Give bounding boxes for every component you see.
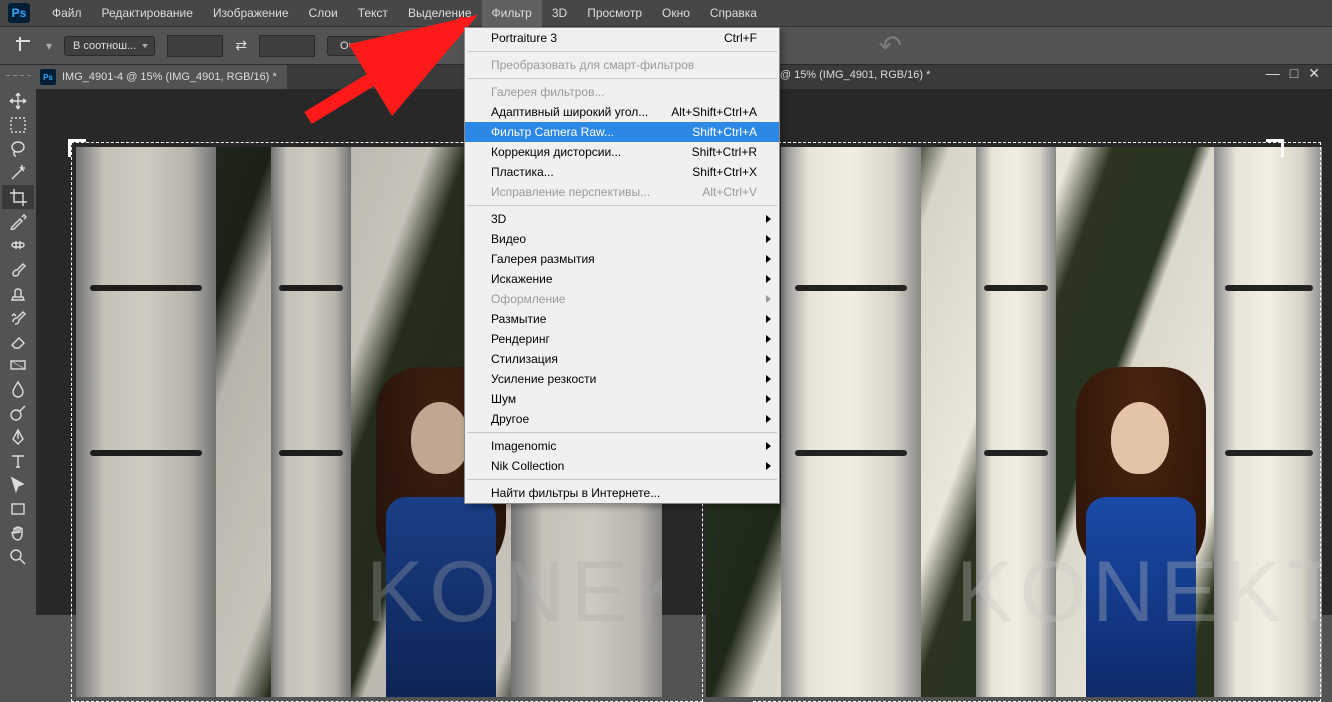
menu-text[interactable]: Текст: [348, 0, 398, 27]
menu-select[interactable]: Выделение: [398, 0, 482, 27]
menu-item-camera-raw[interactable]: Фильтр Camera Raw...Shift+Ctrl+A: [465, 122, 779, 142]
menu-item-noise[interactable]: Шум: [465, 389, 779, 409]
panel-grip-icon[interactable]: [3, 75, 33, 83]
close-icon[interactable]: ✕: [1308, 65, 1320, 82]
document-tab-2-label: .psd @ 15% (IMG_4901, RGB/16) *: [756, 69, 930, 81]
window-controls: — □ ✕: [1266, 65, 1320, 82]
watermark-text: KONEKTO.R: [366, 543, 662, 642]
crop-width-input[interactable]: [167, 35, 223, 57]
menu-item-filter-gallery: Галерея фильтров...: [465, 82, 779, 102]
menu-image[interactable]: Изображение: [203, 0, 299, 27]
menu-item-3d[interactable]: 3D: [465, 209, 779, 229]
menu-item-video[interactable]: Видео: [465, 229, 779, 249]
filter-dropdown-menu: Portraiture 3Ctrl+F Преобразовать для см…: [464, 27, 780, 504]
crop-handle-tr[interactable]: [1266, 139, 1284, 157]
crop-handle-tl[interactable]: [68, 139, 86, 157]
menu-item-sharpen[interactable]: Усиление резкости: [465, 369, 779, 389]
dodge-tool[interactable]: [2, 401, 34, 425]
history-brush-tool[interactable]: [2, 305, 34, 329]
menu-item-nik-collection[interactable]: Nik Collection: [465, 456, 779, 476]
menu-item-wide-angle[interactable]: Адаптивный широкий угол...Alt+Shift+Ctrl…: [465, 102, 779, 122]
rectangle-tool[interactable]: [2, 497, 34, 521]
watermark-text: KONEKTO.R: [956, 543, 1322, 642]
type-tool[interactable]: [2, 449, 34, 473]
menu-layers[interactable]: Слои: [299, 0, 348, 27]
hand-tool[interactable]: [2, 521, 34, 545]
document-tab-1-label: IMG_4901-4 @ 15% (IMG_4901, RGB/16) *: [62, 71, 277, 83]
minimize-icon[interactable]: —: [1266, 65, 1280, 82]
crop-height-input[interactable]: [259, 35, 315, 57]
magic-wand-tool[interactable]: [2, 161, 34, 185]
maximize-icon[interactable]: □: [1290, 65, 1298, 82]
menu-item-render[interactable]: Рендеринг: [465, 329, 779, 349]
blur-tool[interactable]: [2, 377, 34, 401]
marquee-tool[interactable]: [2, 113, 34, 137]
menu-edit[interactable]: Редактирование: [92, 0, 203, 27]
undo-icon[interactable]: ↶: [879, 29, 902, 62]
straighten-icon[interactable]: 📐: [423, 39, 438, 53]
pen-tool[interactable]: [2, 425, 34, 449]
clone-stamp-tool[interactable]: [2, 281, 34, 305]
menu-item-blur[interactable]: Размытие: [465, 309, 779, 329]
menu-item-vanishing-point: Исправление перспективы...Alt+Ctrl+V: [465, 182, 779, 202]
document-tab-1[interactable]: Ps IMG_4901-4 @ 15% (IMG_4901, RGB/16) *: [36, 65, 287, 89]
menu-item-imagenomic[interactable]: Imagenomic: [465, 436, 779, 456]
menu-3d[interactable]: 3D: [542, 0, 577, 27]
lasso-tool[interactable]: [2, 137, 34, 161]
photoshop-logo-icon: Ps: [8, 3, 30, 23]
menu-item-other[interactable]: Другое: [465, 409, 779, 429]
swap-dimensions-icon[interactable]: ⇄: [235, 37, 247, 54]
eraser-tool[interactable]: [2, 329, 34, 353]
menu-item-last-filter[interactable]: Portraiture 3Ctrl+F: [465, 28, 779, 48]
eyedropper-tool[interactable]: [2, 209, 34, 233]
crop-tool[interactable]: [2, 185, 34, 209]
healing-brush-tool[interactable]: [2, 233, 34, 257]
brush-tool[interactable]: [2, 257, 34, 281]
menu-view[interactable]: Просмотр: [577, 0, 652, 27]
crop-tool-icon: [16, 37, 34, 55]
menu-item-render-style: Оформление: [465, 289, 779, 309]
menu-bar: Ps Файл Редактирование Изображение Слои …: [0, 0, 1332, 27]
menu-window[interactable]: Окно: [652, 0, 700, 27]
clear-button[interactable]: Очистить: [327, 36, 401, 56]
menu-item-browse-filters[interactable]: Найти фильтры в Интернете...: [465, 483, 779, 503]
menu-item-lens-correction[interactable]: Коррекция дисторсии...Shift+Ctrl+R: [465, 142, 779, 162]
menu-item-stylize[interactable]: Стилизация: [465, 349, 779, 369]
move-tool[interactable]: [2, 89, 34, 113]
path-selection-tool[interactable]: [2, 473, 34, 497]
menu-item-convert-smart: Преобразовать для смарт-фильтров: [465, 55, 779, 75]
menu-file[interactable]: Файл: [42, 0, 92, 27]
tools-panel: [0, 65, 36, 615]
menu-item-liquify[interactable]: Пластика...Shift+Ctrl+X: [465, 162, 779, 182]
gradient-tool[interactable]: [2, 353, 34, 377]
menu-item-distort[interactable]: Искажение: [465, 269, 779, 289]
ps-file-icon: Ps: [40, 69, 56, 85]
crop-ratio-dropdown[interactable]: В соотнош...: [64, 36, 155, 56]
menu-filter[interactable]: Фильтр: [482, 0, 542, 27]
menu-help[interactable]: Справка: [700, 0, 767, 27]
menu-item-blur-gallery[interactable]: Галерея размытия: [465, 249, 779, 269]
zoom-tool[interactable]: [2, 545, 34, 569]
